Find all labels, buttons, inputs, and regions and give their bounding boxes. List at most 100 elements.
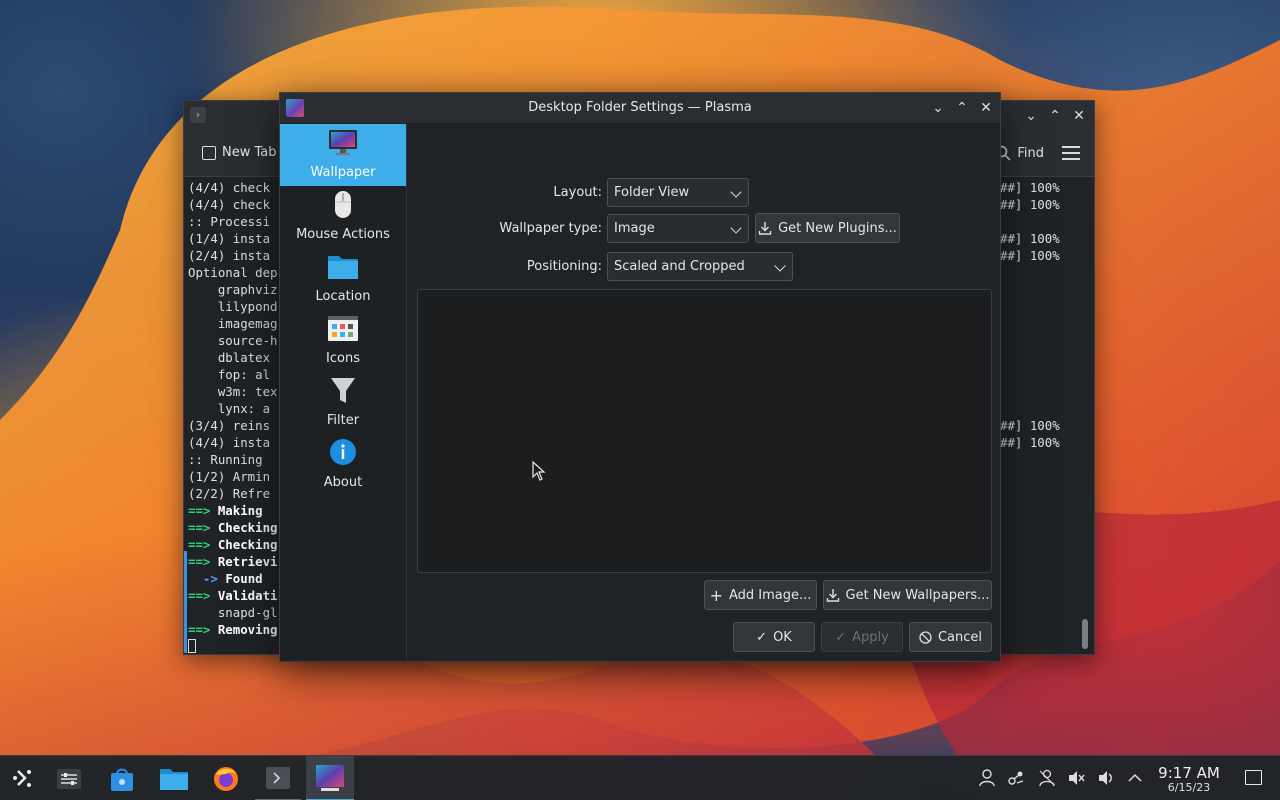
terminal-line: :: Running <box>188 452 271 467</box>
new-tab-icon <box>202 145 216 160</box>
terminal-output[interactable]: (4/4) check (4/4) check:: Processi (1/4) i… <box>188 179 288 638</box>
system-settings-icon <box>57 768 81 789</box>
terminal-line-arrow: ==> <box>188 503 218 518</box>
terminal-line: ==> Validati <box>188 587 288 604</box>
terminal-line-text: Checking <box>217 520 278 535</box>
terminal-progress-line <box>1000 298 1080 315</box>
firefox-button[interactable] <box>203 756 249 800</box>
icons-grid-icon <box>328 316 358 341</box>
konsole-terminal-icon <box>266 766 290 789</box>
close-icon[interactable]: ✕ <box>1072 106 1086 126</box>
sidebar-item-label: Filter <box>326 413 360 428</box>
terminal-line: -> Found <box>188 570 288 587</box>
terminal-progress-line <box>1000 332 1080 349</box>
dialog-title: Desktop Folder Settings — Plasma <box>528 100 752 115</box>
terminal-line-arrow: -> <box>188 571 226 586</box>
dialog-titlebar[interactable]: Desktop Folder Settings — Plasma ⌄ ⌃ ✕ <box>280 93 1000 124</box>
terminal-line: (4/4) check <box>188 180 271 195</box>
plasma-settings-task-button[interactable] <box>306 756 354 800</box>
terminal-mark <box>184 619 187 653</box>
terminal-line-arrow <box>188 605 218 620</box>
terminal-line-text: Removing <box>217 622 278 637</box>
terminal-line-arrow: ==> <box>188 588 218 603</box>
system-settings-button[interactable] <box>46 756 92 800</box>
layout-value: Folder View <box>614 185 690 200</box>
wallpaper-type-combobox[interactable]: Image <box>607 214 749 243</box>
terminal-line: lilypond <box>188 299 278 314</box>
maximize-icon[interactable]: ⌃ <box>1048 106 1062 126</box>
sidebar-item-icons[interactable]: Icons <box>280 310 406 372</box>
add-image-button[interactable]: + Add Image... <box>704 580 817 610</box>
user-icon[interactable] <box>977 768 997 788</box>
find-button[interactable]: Find <box>995 145 1044 161</box>
sidebar-item-label: Location <box>315 289 371 304</box>
terminal-line: ==> Checking <box>188 519 288 536</box>
positioning-label: Positioning: <box>526 259 602 274</box>
ok-label: OK <box>773 629 792 645</box>
discover-store-button[interactable] <box>99 756 145 800</box>
show-desktop-icon[interactable] <box>1245 770 1262 785</box>
get-new-plugins-button[interactable]: Get New Plugins... <box>755 213 900 243</box>
application-launcher-button[interactable] <box>0 756 46 800</box>
wallpaper-preview-area[interactable] <box>417 289 992 573</box>
minimize-icon[interactable]: ⌄ <box>930 98 946 118</box>
sidebar-item-mouse-actions[interactable]: Mouse Actions <box>280 186 406 248</box>
apply-label: Apply <box>852 629 889 645</box>
check-icon: ✓ <box>756 629 768 645</box>
clock-date[interactable]: 6/15/23 <box>1150 781 1228 794</box>
sidebar-item-location[interactable]: Location <box>280 248 406 310</box>
dolphin-file-manager-button[interactable] <box>151 756 197 800</box>
sidebar-item-wallpaper[interactable]: Wallpaper <box>280 124 406 186</box>
terminal-line: (2/4) insta <box>188 248 271 263</box>
terminal-line: :: Processi <box>188 214 271 229</box>
terminal-line: (1/2) Armin <box>188 469 271 484</box>
filter-icon <box>331 378 355 403</box>
terminal-line-text: Validati <box>217 588 278 603</box>
hamburger-menu-icon[interactable] <box>1062 146 1080 160</box>
positioning-combobox[interactable]: Scaled and Cropped <box>607 252 793 281</box>
get-new-wallpapers-button[interactable]: Get New Wallpapers... <box>823 580 992 610</box>
mouse-pointer-icon <box>532 461 546 481</box>
volume-icon[interactable] <box>1096 768 1116 788</box>
terminal-line: graphviz <box>188 282 278 297</box>
layout-combobox[interactable]: Folder View <box>607 178 749 207</box>
terminal-line: lynx: a <box>188 401 271 416</box>
dolphin-folder-icon <box>160 768 188 790</box>
get-new-plugins-label: Get New Plugins... <box>778 220 897 236</box>
cancel-button[interactable]: Cancel <box>909 622 992 652</box>
terminal-line-text: Checking <box>217 537 278 552</box>
check-icon: ✓ <box>835 629 847 645</box>
terminal-line-arrow: ==> <box>188 622 218 637</box>
sidebar-item-filter[interactable]: Filter <box>280 372 406 434</box>
terminal-scrollbar[interactable] <box>1082 619 1088 649</box>
ok-button[interactable]: ✓ OK <box>733 622 815 652</box>
terminal-progress-line: ##] 100% <box>1000 418 1060 433</box>
info-icon <box>330 439 356 465</box>
apply-button[interactable]: ✓ Apply <box>821 622 903 652</box>
new-tab-label: New Tab <box>222 145 277 160</box>
terminal-line-arrow: ==> <box>188 554 218 569</box>
terminal-line: ==> Making <box>188 502 288 519</box>
terminal-line: (3/4) reins <box>188 418 271 433</box>
add-image-label: Add Image... <box>728 587 812 603</box>
sidebar-item-about[interactable]: About <box>280 434 406 496</box>
maximize-icon[interactable]: ⌃ <box>954 98 970 118</box>
close-icon[interactable]: ✕ <box>978 98 994 118</box>
desktop-folder-settings-dialog[interactable]: Desktop Folder Settings — Plasma ⌄ ⌃ ✕ W… <box>279 92 1001 662</box>
new-tab-button[interactable]: New Tab <box>202 145 277 160</box>
terminal-line: w3m: tex <box>188 384 278 399</box>
minimize-icon[interactable]: ⌄ <box>1024 106 1038 126</box>
konsole-task-button[interactable] <box>255 756 301 800</box>
chevron-down-icon <box>774 260 786 272</box>
terminal-progress-line: ##] 100% <box>1000 197 1060 212</box>
muted-speaker-icon[interactable] <box>1066 768 1086 788</box>
sidebar-item-label: Wallpaper <box>310 165 376 180</box>
taskbar: 9:17 AM 6/15/23 <box>0 755 1280 800</box>
chevron-down-icon <box>730 222 742 234</box>
terminal-line: (1/4) insta <box>188 231 271 246</box>
clock-time[interactable]: 9:17 AM <box>1150 764 1228 782</box>
accounts-icon[interactable] <box>1037 768 1057 788</box>
terminal-cursor <box>188 639 196 653</box>
expand-tray-icon[interactable] <box>1125 768 1145 788</box>
kde-connect-icon[interactable] <box>1006 768 1026 788</box>
